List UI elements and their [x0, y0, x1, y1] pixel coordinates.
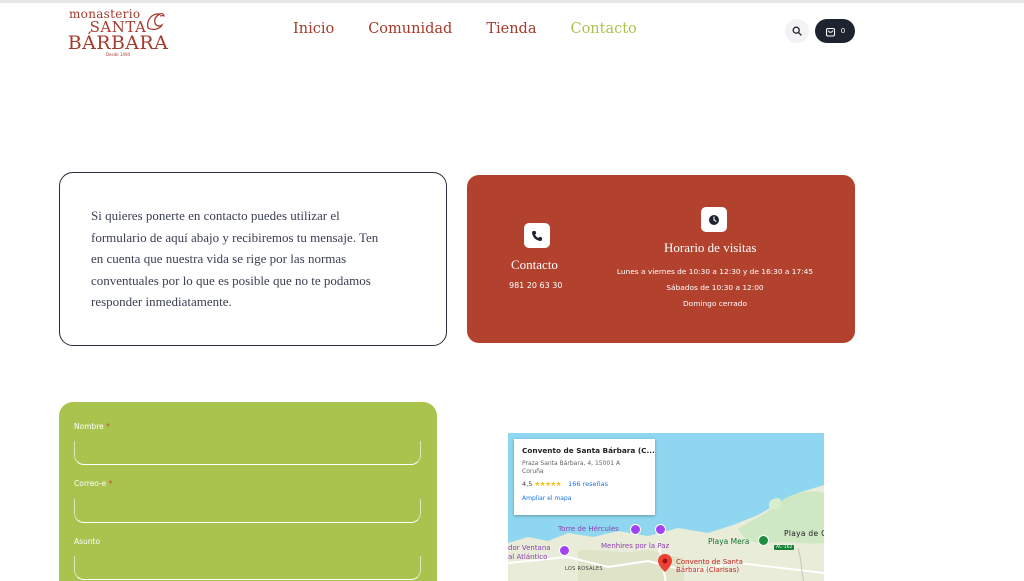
map-label-torre[interactable]: Torre de Hércules — [558, 525, 619, 533]
field-label-nombre: Nombre * — [74, 422, 110, 431]
clock-icon-box — [701, 207, 727, 232]
phone-icon — [532, 230, 542, 241]
hours-title: Horario de visitas — [664, 240, 757, 255]
nav-tienda[interactable]: Tienda — [486, 21, 536, 37]
nav-inicio[interactable]: Inicio — [293, 21, 334, 37]
top-border — [0, 0, 1024, 3]
nav-comunidad[interactable]: Comunidad — [368, 21, 452, 37]
map-place-card: Convento de Santa Bárbara (C... Praza Sa… — [514, 439, 655, 515]
contact-title: Contacto — [511, 257, 558, 272]
contact-phone[interactable]: 981 20 63 30 — [509, 281, 562, 290]
cart-button[interactable]: 0 — [815, 19, 855, 43]
site-logo[interactable]: monasterio SANTA BÁRBARA Desde 1494 — [66, 8, 170, 57]
map-rating: 4,5 ★★★★★ 166 reseñas — [522, 480, 647, 488]
map-place-name[interactable]: Convento de Santa Bárbara (C... — [522, 446, 655, 455]
hours-saturday: Sábados de 10:30 a 12:00 — [666, 283, 764, 292]
embedded-map[interactable]: Convento de Santa Bárbara (C... Praza Sa… — [508, 433, 824, 581]
search-icon — [792, 26, 802, 36]
nav-contacto[interactable]: Contacto — [570, 21, 636, 37]
map-place-address: Praza Santa Bárbara, 4, 15001 A Coruña — [522, 460, 621, 475]
search-button[interactable] — [785, 19, 809, 43]
enlarge-map-link[interactable]: Ampliar el mapa — [522, 495, 647, 502]
hours-weekdays: Lunes a viernes de 10:30 a 12:30 y de 16… — [616, 267, 814, 276]
info-text: Si quieres ponerte en contacto puedes ut… — [91, 208, 379, 310]
logo-line-barbara: BÁRBARA — [67, 32, 169, 54]
cart-count: 0 — [840, 27, 846, 35]
clock-icon — [709, 214, 719, 225]
map-reviews-link[interactable]: 166 reseñas — [568, 480, 608, 488]
map-label-playa-c[interactable]: Playa de C — [784, 529, 824, 538]
cart-icon — [825, 27, 835, 37]
map-label-ventana-2[interactable]: al Atlántico — [508, 553, 547, 561]
viewpoint-pin-icon[interactable] — [559, 545, 570, 556]
required-mark: * — [108, 479, 113, 488]
map-label-playa-mera[interactable]: Playa Mera — [708, 537, 749, 546]
required-mark: * — [106, 422, 110, 431]
email-field[interactable] — [74, 499, 421, 523]
map-label-ventana-1[interactable]: dor Ventana — [508, 544, 551, 552]
star-rating-icon: ★★★★★ — [534, 480, 562, 488]
landmark-pin-icon[interactable] — [630, 524, 641, 535]
map-label-los-rosales: LOS ROSALES — [565, 566, 603, 572]
logo-emblem-icon — [146, 13, 165, 31]
map-label-convento-1[interactable]: Convento de Santa — [676, 558, 743, 566]
landmark-pin-icon[interactable] — [655, 524, 666, 535]
main-nav: Inicio Comunidad Tienda Contacto — [293, 21, 671, 37]
map-label-menhires[interactable]: Menhires por la Paz — [601, 542, 669, 550]
field-label-asunto: Asunto — [74, 537, 101, 546]
info-card: Si quieres ponerte en contacto puedes ut… — [59, 172, 447, 346]
field-label-correo: Correo-e * — [74, 479, 113, 488]
name-field[interactable] — [74, 441, 421, 465]
contact-card: Contacto 981 20 63 30 Horario de visitas… — [467, 175, 855, 343]
contact-form: Nombre * Correo-e * Asunto — [59, 402, 437, 581]
location-pin-icon[interactable] — [658, 554, 672, 572]
map-rating-value: 4,5 — [522, 480, 533, 488]
beach-pin-icon[interactable] — [758, 535, 769, 546]
phone-icon-box — [524, 223, 550, 248]
road-badge: AC-162 — [774, 545, 795, 550]
map-label-convento-2[interactable]: Bárbara (Clarisas) — [676, 566, 739, 574]
hours-sunday: Domingo cerrado — [682, 299, 747, 308]
subject-field[interactable] — [74, 556, 421, 580]
